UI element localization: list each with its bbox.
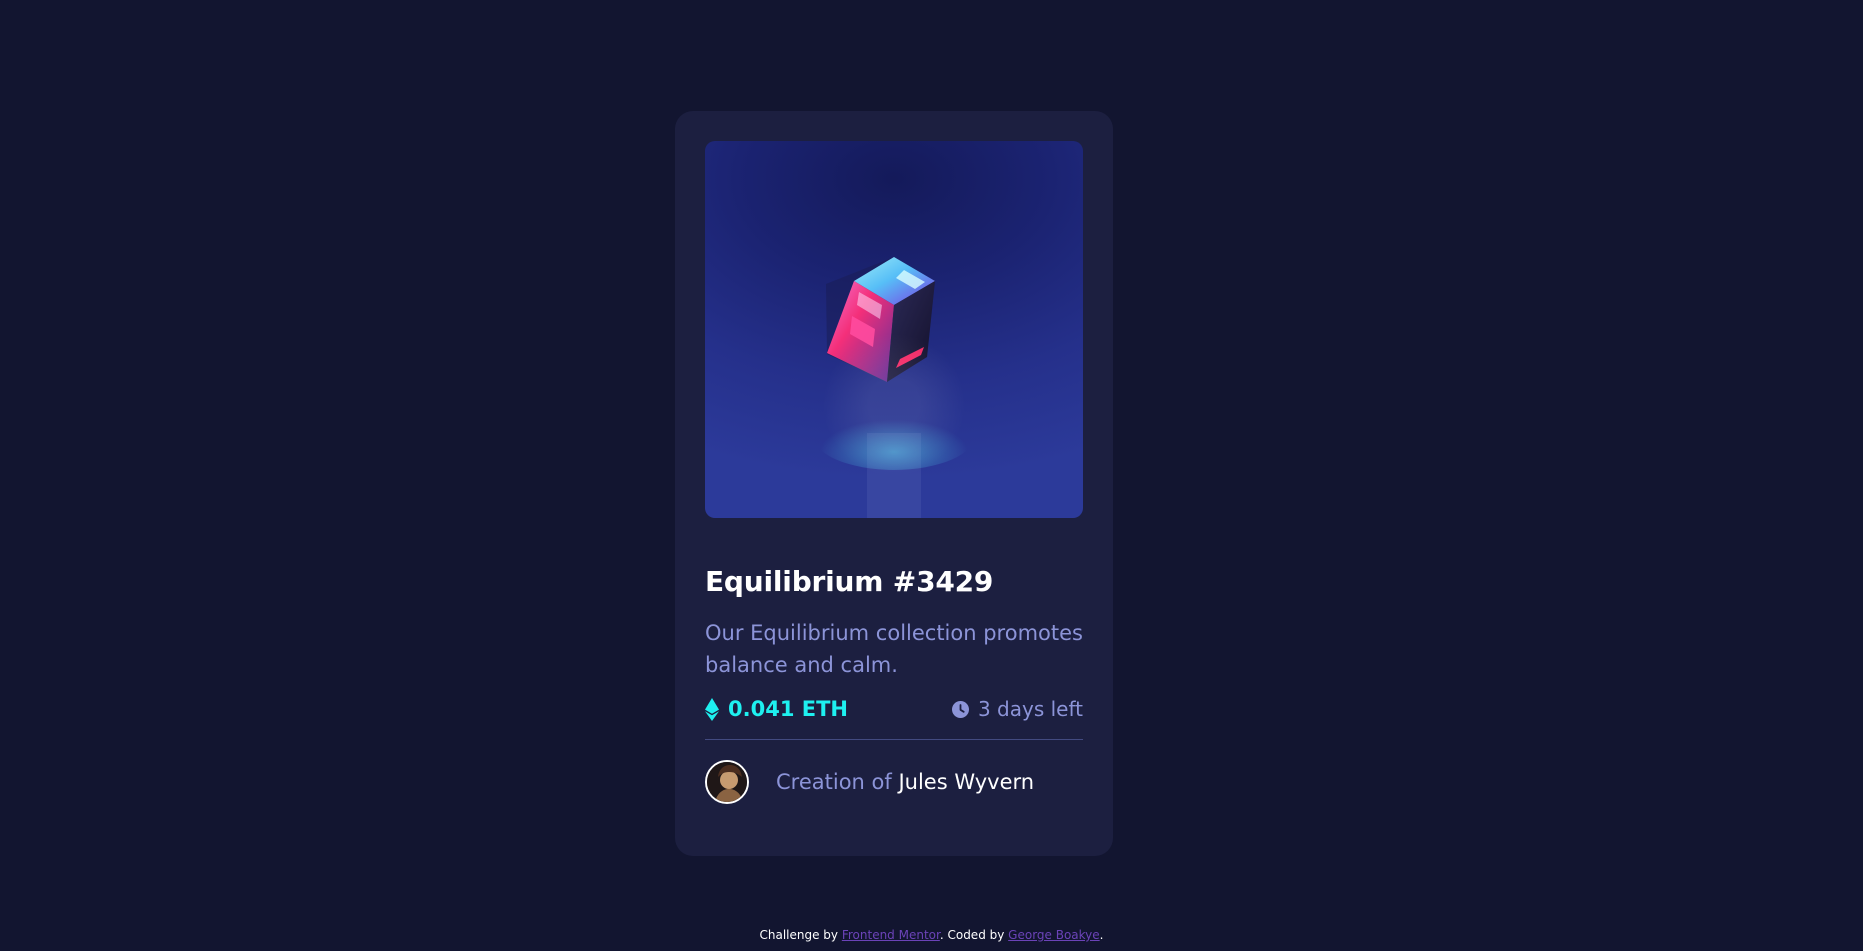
clock-icon (951, 700, 969, 718)
creator-row: Creation of Jules Wyvern (705, 760, 1083, 804)
nft-card: Equilibrium #3429 Our Equilibrium collec… (675, 111, 1113, 856)
coded-prefix: . Coded by (939, 928, 1005, 942)
creator-name-link[interactable]: Jules Wyvern (898, 770, 1034, 794)
nft-title[interactable]: Equilibrium #3429 (705, 565, 1083, 599)
frontend-mentor-link[interactable]: Frontend Mentor (842, 928, 940, 942)
attribution-footer: Challenge by Frontend Mentor. Coded by G… (0, 927, 1863, 943)
image-glow (705, 141, 1083, 518)
time-group: 3 days left (951, 697, 1083, 721)
nft-meta: 0.041 ETH 3 days left (705, 697, 1083, 721)
challenge-prefix: Challenge by (759, 928, 839, 942)
card-divider (705, 739, 1083, 740)
nft-image[interactable] (705, 141, 1083, 518)
price-text: 0.041 ETH (728, 697, 848, 721)
avatar (705, 760, 749, 804)
avatar-image (707, 762, 747, 802)
creator-prefix: Creation of (776, 770, 892, 794)
ethereum-icon (705, 697, 719, 721)
time-left-text: 3 days left (977, 697, 1083, 721)
footer-suffix: . (1099, 928, 1104, 942)
author-link[interactable]: George Boakye (1008, 928, 1100, 942)
nft-description: Our Equilibrium collection promotes bala… (705, 621, 1083, 677)
price-group: 0.041 ETH (705, 697, 848, 721)
creator-text: Creation of Jules Wyvern (776, 768, 1034, 796)
